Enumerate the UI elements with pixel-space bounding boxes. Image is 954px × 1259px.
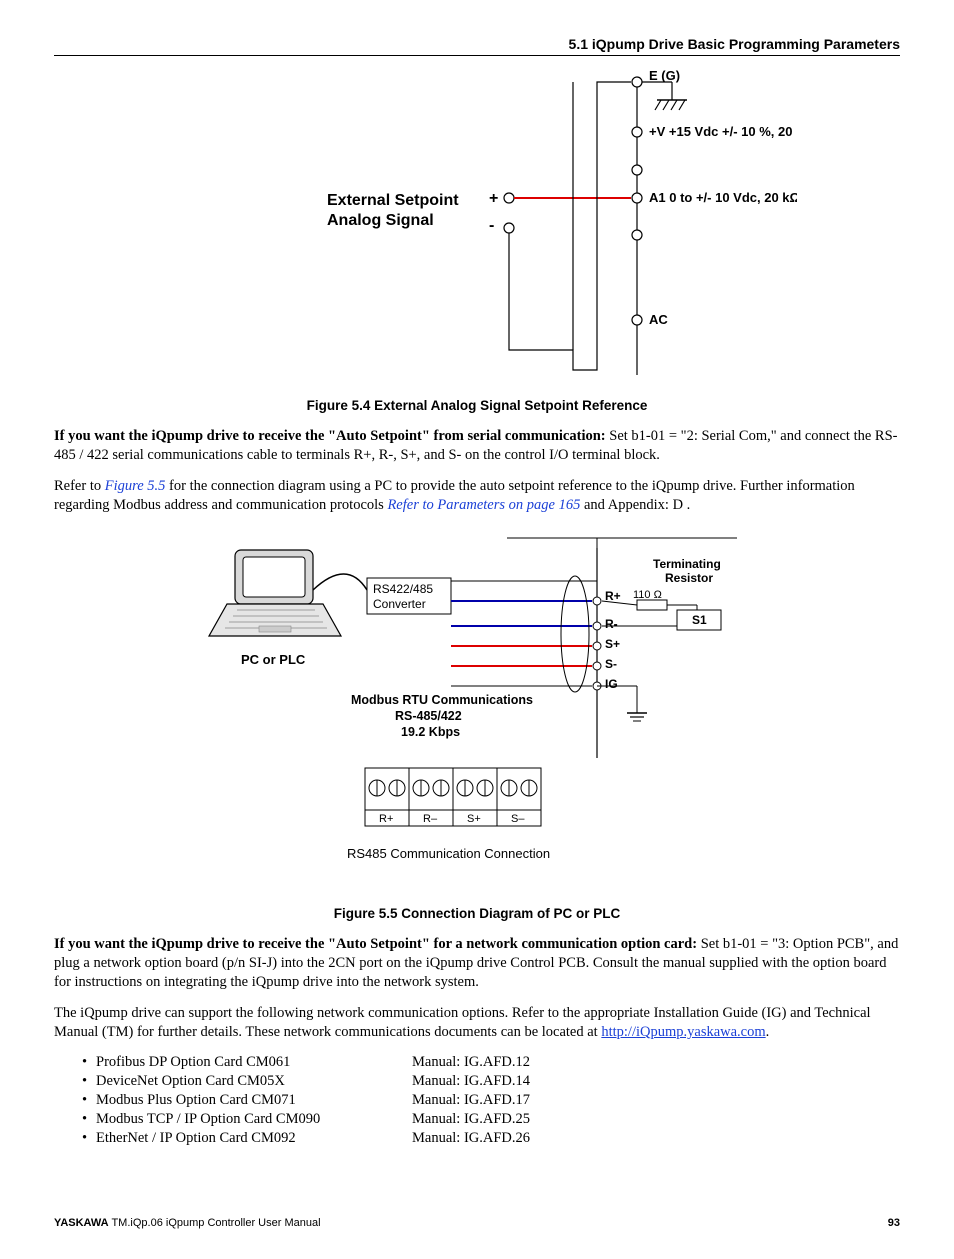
figure-5-5-caption: Figure 5.5 Connection Diagram of PC or P… xyxy=(54,906,900,921)
analog-signal-label: Analog Signal xyxy=(327,212,434,229)
opt-name: Modbus TCP / IP Option Card CM090 xyxy=(96,1111,320,1127)
opt-name: EtherNet / IP Option Card CM092 xyxy=(96,1130,296,1146)
block-rminus: R– xyxy=(423,813,438,825)
block-sminus: S– xyxy=(511,813,525,825)
list-item: •EtherNet / IP Option Card CM092 Manual:… xyxy=(82,1130,900,1147)
paragraph-network-options: The iQpump drive can support the followi… xyxy=(54,1004,900,1042)
converter-l2: Converter xyxy=(373,597,426,611)
mid1-terminal-icon xyxy=(632,165,642,175)
r-minus-label: R- xyxy=(605,617,618,631)
page-header-section: 5.1 iQpump Drive Basic Programming Param… xyxy=(54,36,900,52)
footer-page-number: 93 xyxy=(888,1217,900,1229)
mid2-terminal-icon xyxy=(632,230,642,240)
opt-name: Profibus DP Option Card CM061 xyxy=(96,1054,290,1070)
modbus-l2: RS-485/422 xyxy=(395,709,462,723)
ohm-label: 110 Ω xyxy=(633,589,662,601)
figure-5-4: External Setpoint Analog Signal + - E (G… xyxy=(54,70,900,390)
a1-line-label: A1 0 to +/- 10 Vdc, 20 kΩ* xyxy=(649,190,797,205)
list-item: •DeviceNet Option Card CM05X Manual: IG.… xyxy=(82,1073,900,1090)
a1-terminal-icon xyxy=(632,193,642,203)
converter-l1: RS422/485 xyxy=(373,582,433,596)
paragraph-refer-fig55: Refer to Figure 5.5 for the connection d… xyxy=(54,477,900,515)
e-g-terminal-icon xyxy=(632,77,642,87)
pc-or-plc-label: PC or PLC xyxy=(241,652,306,667)
block-splus: S+ xyxy=(467,813,481,825)
external-setpoint-label: External Setpoint xyxy=(327,192,459,209)
block-rplus: R+ xyxy=(379,813,393,825)
rplus-term xyxy=(593,597,601,605)
rminus-term xyxy=(593,622,601,630)
opt-manual: Manual: IG.AFD.26 xyxy=(412,1130,530,1147)
ac-label: AC xyxy=(649,312,668,327)
list-item: •Modbus Plus Option Card CM071 Manual: I… xyxy=(82,1092,900,1109)
modbus-l1: Modbus RTU Communications xyxy=(351,693,533,707)
minus-terminal-icon xyxy=(504,223,514,233)
v-terminal-icon xyxy=(632,127,642,137)
term-res-l1: Terminating xyxy=(653,557,721,571)
link-iqpump-site[interactable]: http://iQpump.yaskawa.com xyxy=(601,1024,765,1040)
s-minus-label: S- xyxy=(605,657,617,671)
e-g-label: E (G) xyxy=(649,70,680,83)
link-figure-5-5[interactable]: Figure 5.5 xyxy=(105,478,166,494)
s1-label: S1 xyxy=(692,613,707,627)
v-line-label: +V +15 Vdc +/- 10 %, 20 mA xyxy=(649,124,797,139)
ac-terminal-icon xyxy=(632,315,642,325)
link-parameters-165[interactable]: Refer to Parameters on page 165 xyxy=(387,497,580,513)
ig-label: IG xyxy=(605,677,618,691)
shield-oval xyxy=(561,576,589,692)
footer-brand: YASKAWA xyxy=(54,1217,109,1229)
term-res-l2: Resistor xyxy=(665,571,713,585)
ground-wire xyxy=(509,82,631,370)
list-item: •Modbus TCP / IP Option Card CM090 Manua… xyxy=(82,1111,900,1128)
plus-label: + xyxy=(489,190,498,207)
figure-5-5: PC or PLC RS422/485 Converter R+ R- S+ S… xyxy=(54,528,900,898)
sminus-term xyxy=(593,662,601,670)
figure-5-4-caption: Figure 5.4 External Analog Signal Setpoi… xyxy=(54,398,900,413)
para2-post: and Appendix: D . xyxy=(580,497,690,513)
para2-pre: Refer to xyxy=(54,478,105,494)
r-plus-label: R+ xyxy=(605,589,621,603)
opt-name: Modbus Plus Option Card CM071 xyxy=(96,1092,296,1108)
resistor-icon xyxy=(637,600,667,610)
para3-bold: If you want the iQpump drive to receive … xyxy=(54,936,697,952)
footer-doc: TM.iQp.06 iQpump Controller User Manual xyxy=(109,1217,321,1229)
paragraph-option-pcb: If you want the iQpump drive to receive … xyxy=(54,935,900,992)
para4-post: . xyxy=(766,1024,770,1040)
list-item: •Profibus DP Option Card CM061 Manual: I… xyxy=(82,1054,900,1071)
opt-manual: Manual: IG.AFD.12 xyxy=(412,1054,530,1071)
page-footer: YASKAWA TM.iQp.06 iQpump Controller User… xyxy=(54,1217,900,1229)
ground-icon xyxy=(642,82,687,110)
modbus-l3: 19.2 Kbps xyxy=(401,725,460,739)
header-rule xyxy=(54,55,900,56)
paragraph-serial-com: If you want the iQpump drive to receive … xyxy=(54,427,900,465)
plus-terminal-icon xyxy=(504,193,514,203)
serial-cable xyxy=(313,574,367,590)
s-plus-label: S+ xyxy=(605,637,620,651)
opt-manual: Manual: IG.AFD.14 xyxy=(412,1073,530,1090)
para1-bold: If you want the iQpump drive to receive … xyxy=(54,428,606,444)
splus-term xyxy=(593,642,601,650)
opt-name: DeviceNet Option Card CM05X xyxy=(96,1073,285,1089)
laptop-icon xyxy=(209,550,341,636)
minus-label: - xyxy=(489,217,494,234)
opt-manual: Manual: IG.AFD.17 xyxy=(412,1092,530,1109)
opt-manual: Manual: IG.AFD.25 xyxy=(412,1111,530,1128)
option-card-list: •Profibus DP Option Card CM061 Manual: I… xyxy=(82,1054,900,1147)
ig-ground-icon xyxy=(597,686,647,721)
rs485-conn-caption: RS485 Communication Connection xyxy=(347,846,550,861)
